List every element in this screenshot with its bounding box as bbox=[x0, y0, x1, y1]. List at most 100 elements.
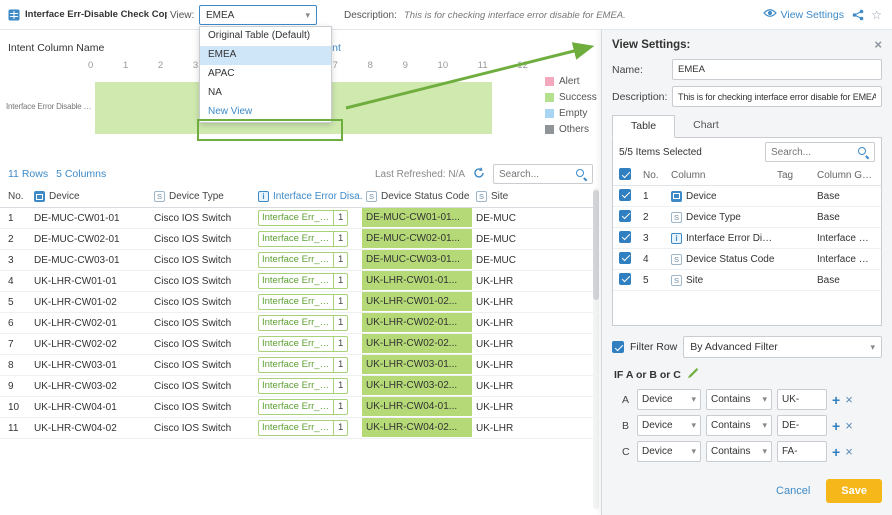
remove-condition-icon[interactable]: × bbox=[845, 393, 853, 406]
column-header-no[interactable]: No. bbox=[0, 186, 30, 207]
select-all-checkbox[interactable] bbox=[619, 168, 631, 180]
add-condition-icon[interactable]: + bbox=[832, 445, 840, 459]
tab-chart[interactable]: Chart bbox=[675, 115, 737, 137]
cancel-button[interactable]: Cancel bbox=[776, 485, 810, 497]
column-row[interactable]: 4 Device Status Code Interface Disable_.… bbox=[613, 249, 881, 270]
filter-row-checkbox[interactable] bbox=[612, 341, 624, 353]
cell-status: DE-MUC-CW01-01... bbox=[362, 208, 472, 228]
add-condition-icon[interactable]: + bbox=[832, 393, 840, 407]
column-checkbox[interactable] bbox=[619, 273, 631, 285]
column-name: Device bbox=[686, 191, 717, 202]
condition-field-select[interactable]: Device▾ bbox=[637, 415, 701, 436]
intent-link[interactable]: Interface Err_disable... 1 bbox=[258, 357, 348, 373]
column-row[interactable]: 5 Site Base bbox=[613, 270, 881, 291]
view-settings-label: View Settings bbox=[781, 9, 844, 21]
cell-intent: Interface Err_disable... 1 bbox=[254, 376, 362, 396]
refresh-icon[interactable] bbox=[473, 167, 485, 182]
condition-field-select[interactable]: Device▾ bbox=[637, 441, 701, 462]
cell-device: UK-LHR-CW02-02 bbox=[30, 334, 150, 354]
column-header-status[interactable]: Device Status Code bbox=[362, 186, 472, 207]
chevron-down-icon: ▾ bbox=[691, 420, 696, 431]
intent-link[interactable]: Interface Err_disable... 1 bbox=[258, 378, 348, 394]
condition-value-input[interactable] bbox=[777, 389, 827, 410]
save-button[interactable]: Save bbox=[826, 479, 882, 503]
condition-letter: C bbox=[622, 446, 632, 458]
remove-condition-icon[interactable]: × bbox=[845, 419, 853, 432]
column-row[interactable]: 2 Device Type Base bbox=[613, 207, 881, 228]
table-search-input[interactable] bbox=[499, 169, 571, 180]
intent-link[interactable]: Interface Err_disable... 1 bbox=[258, 273, 348, 289]
view-dropdown-option[interactable]: Original Table (Default) bbox=[200, 27, 331, 46]
close-icon[interactable]: × bbox=[874, 38, 882, 51]
view-dropdown-option[interactable]: NA bbox=[200, 84, 331, 103]
chevron-down-icon: ▾ bbox=[870, 342, 875, 353]
column-name: Interface Error Disa... bbox=[686, 233, 777, 244]
condition-operator-select[interactable]: Contains▾ bbox=[706, 389, 772, 410]
table-row[interactable]: 5 UK-LHR-CW01-02 Cisco IOS Switch Interf… bbox=[0, 292, 594, 313]
intent-link[interactable]: Interface Err_disable... 1 bbox=[258, 420, 348, 436]
legend-item[interactable]: Success bbox=[545, 92, 597, 103]
intent-link[interactable]: Interface Err_disable... 1 bbox=[258, 210, 348, 226]
add-condition-icon[interactable]: + bbox=[832, 419, 840, 433]
table-row[interactable]: 2 DE-MUC-CW02-01 Cisco IOS Switch Interf… bbox=[0, 229, 594, 250]
table-row[interactable]: 7 UK-LHR-CW02-02 Cisco IOS Switch Interf… bbox=[0, 334, 594, 355]
condition-operator-select[interactable]: Contains▾ bbox=[706, 441, 772, 462]
column-header-device-type[interactable]: Device Type bbox=[150, 186, 254, 207]
tab-table[interactable]: Table bbox=[612, 115, 675, 138]
intent-link[interactable]: Interface Err_disable... 1 bbox=[258, 231, 348, 247]
edit-pencil-icon[interactable] bbox=[687, 367, 699, 382]
condition-value-input[interactable] bbox=[777, 441, 827, 462]
view-settings-link[interactable]: View Settings bbox=[763, 8, 844, 21]
cell-no: 9 bbox=[0, 376, 30, 396]
intent-link[interactable]: Interface Err_disable... 1 bbox=[258, 252, 348, 268]
cell-status: UK-LHR-CW04-02... bbox=[362, 418, 472, 438]
columns-search-input[interactable] bbox=[771, 147, 853, 158]
intent-count-badge: 1 bbox=[333, 253, 347, 267]
legend-item[interactable]: Empty bbox=[545, 108, 597, 119]
description-input[interactable] bbox=[672, 86, 882, 107]
table-row[interactable]: 10 UK-LHR-CW04-01 Cisco IOS Switch Inter… bbox=[0, 397, 594, 418]
column-checkbox[interactable] bbox=[619, 252, 631, 264]
table-row[interactable]: 9 UK-LHR-CW03-02 Cisco IOS Switch Interf… bbox=[0, 376, 594, 397]
name-input[interactable] bbox=[672, 59, 882, 80]
cell-site: DE-MUC bbox=[472, 250, 562, 270]
column-header-device[interactable]: Device bbox=[30, 186, 150, 207]
condition-field-select[interactable]: Device▾ bbox=[637, 389, 701, 410]
table-row[interactable]: 11 UK-LHR-CW04-02 Cisco IOS Switch Inter… bbox=[0, 418, 594, 439]
condition-value-input[interactable] bbox=[777, 415, 827, 436]
legend-item[interactable]: Others bbox=[545, 124, 597, 135]
x-axis-tick: 1 bbox=[123, 60, 128, 71]
intent-link[interactable]: Interface Err_disable... 1 bbox=[258, 315, 348, 331]
table-row[interactable]: 1 DE-MUC-CW01-01 Cisco IOS Switch Interf… bbox=[0, 208, 594, 229]
share-icon[interactable] bbox=[852, 9, 864, 24]
table-info-row: 11 Rows 5 Columns Last Refreshed: N/A bbox=[0, 162, 601, 186]
view-dropdown[interactable]: EMEA ▾ bbox=[199, 5, 317, 25]
remove-condition-icon[interactable]: × bbox=[845, 445, 853, 458]
column-header-intent[interactable]: Interface Error Disa... bbox=[254, 186, 362, 207]
legend-item[interactable]: Alert bbox=[545, 76, 597, 87]
table-row[interactable]: 3 DE-MUC-CW03-01 Cisco IOS Switch Interf… bbox=[0, 250, 594, 271]
rows-count-link[interactable]: 11 Rows bbox=[8, 168, 48, 180]
intent-link[interactable]: Interface Err_disable... 1 bbox=[258, 336, 348, 352]
view-dropdown-option[interactable]: APAC bbox=[200, 65, 331, 84]
table-row[interactable]: 4 UK-LHR-CW01-01 Cisco IOS Switch Interf… bbox=[0, 271, 594, 292]
column-checkbox[interactable] bbox=[619, 210, 631, 222]
condition-operator-select[interactable]: Contains▾ bbox=[706, 415, 772, 436]
column-header-site[interactable]: Site bbox=[472, 186, 562, 207]
view-dropdown-option[interactable]: New View bbox=[200, 103, 331, 122]
columns-count-link[interactable]: 5 Columns bbox=[56, 168, 106, 180]
chart-column-header: Intent Column Name bbox=[8, 42, 104, 54]
intent-link[interactable]: Interface Err_disable... 1 bbox=[258, 399, 348, 415]
column-checkbox[interactable] bbox=[619, 231, 631, 243]
table-row[interactable]: 6 UK-LHR-CW02-01 Cisco IOS Switch Interf… bbox=[0, 313, 594, 334]
table-scrollbar[interactable] bbox=[593, 188, 599, 509]
column-checkbox[interactable] bbox=[619, 189, 631, 201]
intent-link[interactable]: Interface Err_disable... 1 bbox=[258, 294, 348, 310]
column-row[interactable]: 1 Device Base bbox=[613, 186, 881, 207]
scrollbar-thumb[interactable] bbox=[593, 190, 599, 300]
filter-mode-select[interactable]: By Advanced Filter ▾ bbox=[683, 336, 882, 358]
table-row[interactable]: 8 UK-LHR-CW03-01 Cisco IOS Switch Interf… bbox=[0, 355, 594, 376]
column-row[interactable]: 3 Interface Error Disa... Interface Disa… bbox=[613, 228, 881, 249]
view-dropdown-option[interactable]: EMEA bbox=[200, 46, 331, 65]
star-icon[interactable]: ☆ bbox=[871, 8, 882, 22]
